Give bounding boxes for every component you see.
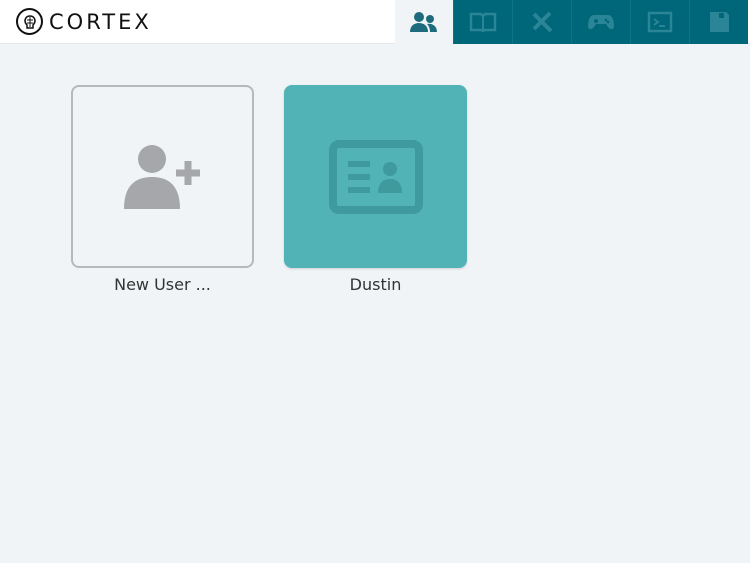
add-user-icon xyxy=(123,144,200,209)
terminal-icon xyxy=(647,11,673,33)
tools-icon xyxy=(532,11,553,33)
header: CORTEX xyxy=(0,0,750,44)
logo: CORTEX xyxy=(16,8,152,35)
tab-library[interactable] xyxy=(453,0,512,44)
tab-users[interactable] xyxy=(395,0,453,44)
gamepad-icon xyxy=(588,15,614,30)
tab-terminal[interactable] xyxy=(630,0,689,44)
floppy-icon xyxy=(710,12,729,32)
profile-label-dustin: Dustin xyxy=(349,275,402,294)
tab-save[interactable] xyxy=(689,0,748,44)
new-user-label: New User ... xyxy=(114,275,211,294)
id-card-icon xyxy=(328,139,423,214)
brain-icon xyxy=(16,8,43,35)
profile-card-dustin[interactable] xyxy=(284,85,467,268)
logo-text: CORTEX xyxy=(49,9,152,34)
tab-games[interactable] xyxy=(571,0,630,44)
users-icon xyxy=(410,12,437,32)
tab-tools[interactable] xyxy=(512,0,571,44)
new-user-button[interactable] xyxy=(71,85,254,268)
book-icon xyxy=(469,12,497,33)
tab-bar xyxy=(395,0,748,44)
